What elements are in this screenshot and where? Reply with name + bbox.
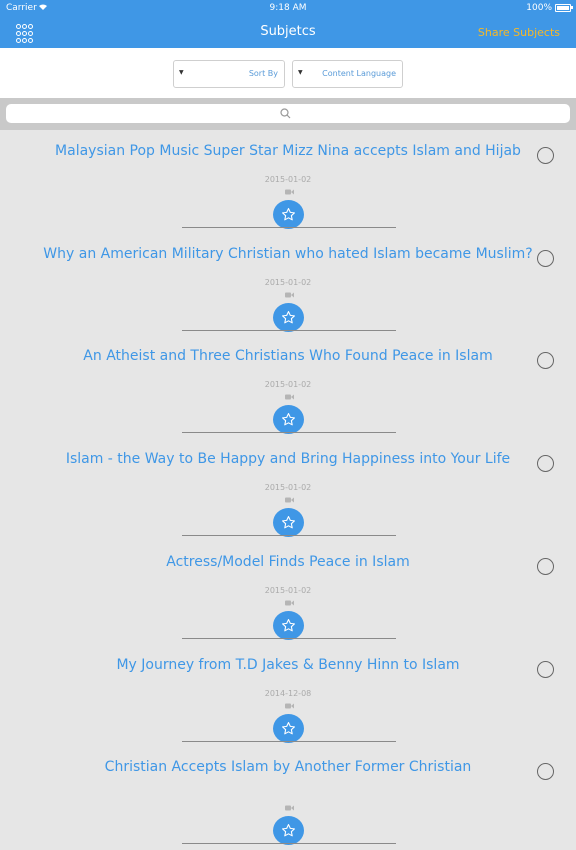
dropdown-arrow-icon: ▼: [179, 69, 184, 76]
subject-title[interactable]: Why an American Military Christian who h…: [40, 246, 536, 262]
nav-bar: Subjetcs Share Subjects: [0, 16, 576, 48]
list-item[interactable]: Christian Accepts Islam by Another Forme…: [0, 747, 576, 850]
subject-title[interactable]: An Atheist and Three Christians Who Foun…: [40, 348, 536, 364]
select-radio[interactable]: [537, 660, 554, 678]
sort-by-select[interactable]: ▼ Sort By: [173, 60, 285, 88]
item-divider: [182, 329, 396, 331]
subject-title[interactable]: Malaysian Pop Music Super Star Mizz Nina…: [40, 143, 536, 159]
menu-grid-icon[interactable]: [16, 24, 34, 43]
subject-title[interactable]: Christian Accepts Islam by Another Forme…: [40, 759, 536, 775]
subject-title[interactable]: Islam - the Way to Be Happy and Bring Ha…: [40, 451, 536, 467]
item-divider: [182, 432, 396, 434]
favorite-button[interactable]: [273, 200, 304, 229]
favorite-button[interactable]: [273, 610, 304, 640]
select-radio[interactable]: [537, 249, 554, 267]
search-input[interactable]: [6, 104, 570, 123]
item-divider: [182, 637, 396, 639]
sort-by-label: Sort By: [248, 69, 278, 78]
list-item[interactable]: An Atheist and Three Christians Who Foun…: [0, 336, 576, 439]
item-divider: [182, 227, 396, 228]
search-bar: [0, 98, 576, 130]
subject-title[interactable]: Actress/Model Finds Peace in Islam: [40, 554, 536, 570]
star-icon: [282, 618, 295, 632]
favorite-button[interactable]: [273, 508, 304, 538]
item-divider: [182, 843, 396, 845]
subject-date: 2015-01-02: [264, 380, 312, 390]
favorite-button[interactable]: [273, 816, 304, 846]
share-subjects-button[interactable]: Share Subjects: [478, 26, 560, 39]
status-bar: Carrier 9:18 AM 100%: [0, 0, 576, 16]
star-icon: [282, 516, 295, 529]
subject-date: 2015-01-02: [264, 277, 312, 287]
content-language-select[interactable]: ▼ Content Language: [292, 60, 403, 88]
content-language-label: Content Language: [322, 69, 396, 78]
list-item[interactable]: Actress/Model Finds Peace in Islam 2015-…: [0, 542, 576, 645]
battery-icon: [555, 4, 571, 12]
list-item[interactable]: Islam - the Way to Be Happy and Bring Ha…: [0, 439, 576, 542]
favorite-button[interactable]: [273, 405, 304, 435]
list-item[interactable]: Why an American Military Christian who h…: [0, 234, 576, 337]
select-radio[interactable]: [537, 147, 554, 164]
list-item[interactable]: Malaysian Pop Music Super Star Mizz Nina…: [0, 131, 576, 234]
dropdown-arrow-icon: ▼: [298, 69, 303, 76]
subject-date: 2015-01-02: [264, 483, 312, 493]
battery-percent: 100%: [526, 3, 552, 13]
subject-date: 2015-01-02: [264, 175, 312, 184]
list-item[interactable]: My Journey from T.D Jakes & Benny Hinn t…: [0, 645, 576, 748]
item-divider: [182, 740, 396, 742]
video-icon: [285, 703, 294, 708]
video-icon: [285, 497, 294, 503]
star-icon: [282, 208, 295, 221]
subject-date: 2014-12-08: [264, 688, 312, 698]
video-icon: [285, 805, 294, 811]
select-radio[interactable]: [537, 352, 554, 370]
search-icon: [280, 108, 291, 119]
video-icon: [285, 292, 294, 298]
filter-bar: ▼ Sort By ▼ Content Language: [0, 48, 576, 98]
star-icon: [282, 721, 295, 734]
video-icon: [285, 394, 294, 400]
star-icon: [282, 824, 295, 837]
subject-date: 2015-01-02: [264, 585, 312, 595]
favorite-button[interactable]: [273, 302, 304, 332]
subject-title[interactable]: My Journey from T.D Jakes & Benny Hinn t…: [40, 657, 536, 673]
star-icon: [282, 413, 295, 426]
video-icon: [285, 600, 294, 606]
select-radio[interactable]: [537, 763, 554, 781]
battery-nub: [571, 6, 573, 9]
select-radio[interactable]: [537, 455, 554, 473]
item-divider: [182, 535, 396, 537]
star-icon: [282, 310, 295, 324]
favorite-button[interactable]: [273, 713, 304, 743]
clock: 9:18 AM: [269, 3, 307, 13]
select-radio[interactable]: [537, 557, 554, 575]
video-icon: [285, 189, 294, 195]
